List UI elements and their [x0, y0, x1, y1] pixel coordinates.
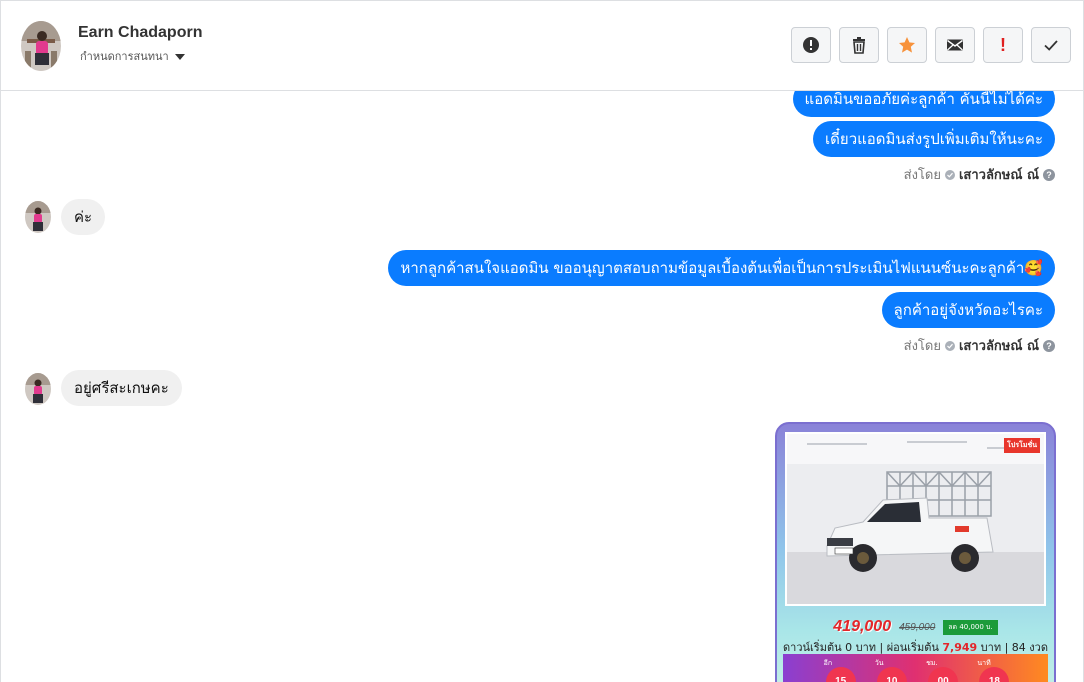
countdown-label: วัน	[874, 659, 884, 667]
message-bubble-incoming[interactable]: อยู่ศรีสะเกษคะ	[61, 370, 182, 406]
caret-down-icon	[174, 53, 185, 60]
trash-icon	[853, 37, 865, 54]
countdown-value: 15	[825, 667, 856, 682]
avatar	[25, 201, 51, 233]
countdown-value: 18	[979, 667, 1010, 682]
star-button[interactable]	[887, 27, 927, 63]
sent-by-prefix: ส่งโดย	[903, 339, 941, 354]
vehicle-photo: โปรโมชั่น	[785, 432, 1046, 606]
sent-by-label: ส่งโดย เสาวลักษณ์ ณ์ ?	[904, 164, 1055, 185]
terms-prefix: ดาวน์เริ่มต้น 0 บาท | ผ่อนเริ่มต้น	[783, 641, 939, 654]
contact-name: Earn Chadaporn	[78, 24, 203, 41]
message-bubble-outgoing[interactable]: เดี๋ยวแอดมินส่งรูปเพิ่มเติมให้นะคะ	[813, 121, 1055, 157]
message-bubble-outgoing[interactable]: หากลูกค้าสนใจแอดมิน ขออนุญาตสอบถามข้อมูล…	[388, 250, 1055, 286]
conversation-label-dropdown[interactable]: กำหนดการสนทนา	[80, 47, 185, 65]
mark-unread-button[interactable]	[935, 27, 975, 63]
message-bubble-incoming[interactable]: ค่ะ	[61, 199, 106, 235]
important-button[interactable]: !	[983, 27, 1023, 63]
installment-amount: 7,949	[942, 641, 978, 654]
message-thread[interactable]: แอดมินขออภัยค่ะลูกค้า คันนี้ไม่ได้ค่ะ เด…	[1, 91, 1083, 682]
conversation-label-text: กำหนดการสนทนา	[80, 50, 169, 63]
message-bubble-outgoing[interactable]: ลูกค้าอยู่จังหวัดอะไรคะ	[881, 292, 1055, 328]
promo-tag: โปรโมชั่น	[1004, 438, 1040, 453]
help-icon[interactable]: ?	[1043, 339, 1055, 352]
alert-circle-icon	[803, 37, 819, 53]
check-icon	[1044, 40, 1058, 51]
countdown-value: 10	[876, 667, 907, 682]
conversation-toolbar: !	[791, 27, 1071, 63]
price: 419,000	[833, 618, 892, 635]
exclamation-icon: !	[1000, 34, 1006, 55]
old-price: 459,000	[899, 621, 936, 633]
sender-name: เสาวลักษณ์ ณ์	[958, 339, 1039, 354]
star-icon	[899, 37, 915, 53]
countdown-banner: อีก 15 วัน 10 ชม. 00 นาที 18	[783, 654, 1048, 682]
message-bubble-outgoing[interactable]: แอดมินขออภัยค่ะลูกค้า คันนี้ไม่ได้ค่ะ	[792, 91, 1055, 117]
sent-by-label: ส่งโดย เสาวลักษณ์ ณ์ ?	[904, 335, 1055, 356]
conversation-header: Earn Chadaporn กำหนดการสนทนา !	[1, 1, 1083, 91]
help-icon[interactable]: ?	[1043, 168, 1055, 181]
verified-icon	[944, 340, 955, 351]
sender-name: เสาวลักษณ์ ณ์	[958, 168, 1039, 183]
conversation-pane: Earn Chadaporn กำหนดการสนทนา ! แอดมินขออ…	[0, 0, 1084, 682]
envelope-icon	[947, 39, 963, 51]
image-attachment[interactable]: โปรโมชั่น 419,000 459,000 ลด 40,000 บ. ด…	[775, 422, 1056, 682]
delete-button[interactable]	[839, 27, 879, 63]
mark-done-button[interactable]	[1031, 27, 1071, 63]
avatar[interactable]	[21, 21, 61, 71]
countdown-label: อีก	[823, 659, 833, 667]
sent-by-prefix: ส่งโดย	[903, 168, 941, 183]
avatar	[25, 373, 51, 405]
price-row: 419,000 459,000 ลด 40,000 บ.	[777, 618, 1054, 636]
discount-badge: ลด 40,000 บ.	[943, 619, 998, 635]
report-button[interactable]	[791, 27, 831, 63]
terms-suffix: บาท | 84 งวด	[980, 641, 1048, 654]
countdown-value: 00	[928, 667, 959, 682]
verified-icon	[944, 169, 955, 180]
